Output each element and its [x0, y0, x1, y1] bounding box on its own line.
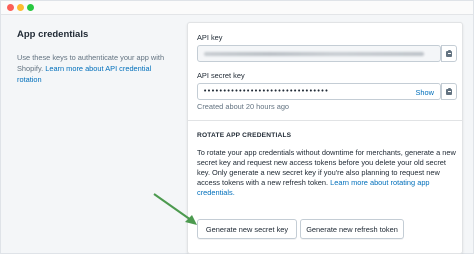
rotate-credentials-heading: ROTATE APP CREDENTIALS	[197, 132, 292, 139]
api-key-redacted-value	[204, 52, 424, 56]
credentials-card: API key API secret key •••••••••••••••••…	[187, 22, 463, 254]
copy-api-secret-button[interactable]	[441, 83, 457, 100]
api-key-label: API key	[197, 33, 223, 42]
rotate-credentials-description: To rotate your app credentials without d…	[197, 148, 459, 198]
maximize-window-icon[interactable]	[27, 4, 34, 11]
minimize-window-icon[interactable]	[17, 4, 24, 11]
app-window: App credentials Use these keys to authen…	[0, 0, 474, 254]
show-secret-link[interactable]: Show	[416, 88, 435, 97]
close-window-icon[interactable]	[7, 4, 14, 11]
app-credentials-intro: App credentials Use these keys to authen…	[17, 29, 167, 85]
card-divider	[188, 120, 462, 121]
clipboard-icon	[446, 50, 452, 57]
section-title: App credentials	[17, 29, 89, 40]
api-secret-key-masked: ••••••••••••••••••••••••••••••••	[203, 87, 329, 95]
window-titlebar	[1, 1, 473, 15]
secret-created-time: Created about 20 hours ago	[197, 102, 290, 111]
api-secret-key-label: API secret key	[197, 71, 245, 80]
arrow-pointer-icon	[153, 193, 197, 225]
api-secret-key-field[interactable]: •••••••••••••••••••••••••••••••• Show	[197, 83, 441, 100]
section-description: Use these keys to authenticate your app …	[17, 52, 167, 85]
generate-new-secret-key-button[interactable]: Generate new secret key	[197, 219, 297, 239]
api-key-field[interactable]	[197, 45, 441, 62]
generate-new-refresh-token-button[interactable]: Generate new refresh token	[300, 219, 404, 239]
clipboard-icon	[446, 88, 452, 95]
copy-api-key-button[interactable]	[441, 45, 457, 62]
